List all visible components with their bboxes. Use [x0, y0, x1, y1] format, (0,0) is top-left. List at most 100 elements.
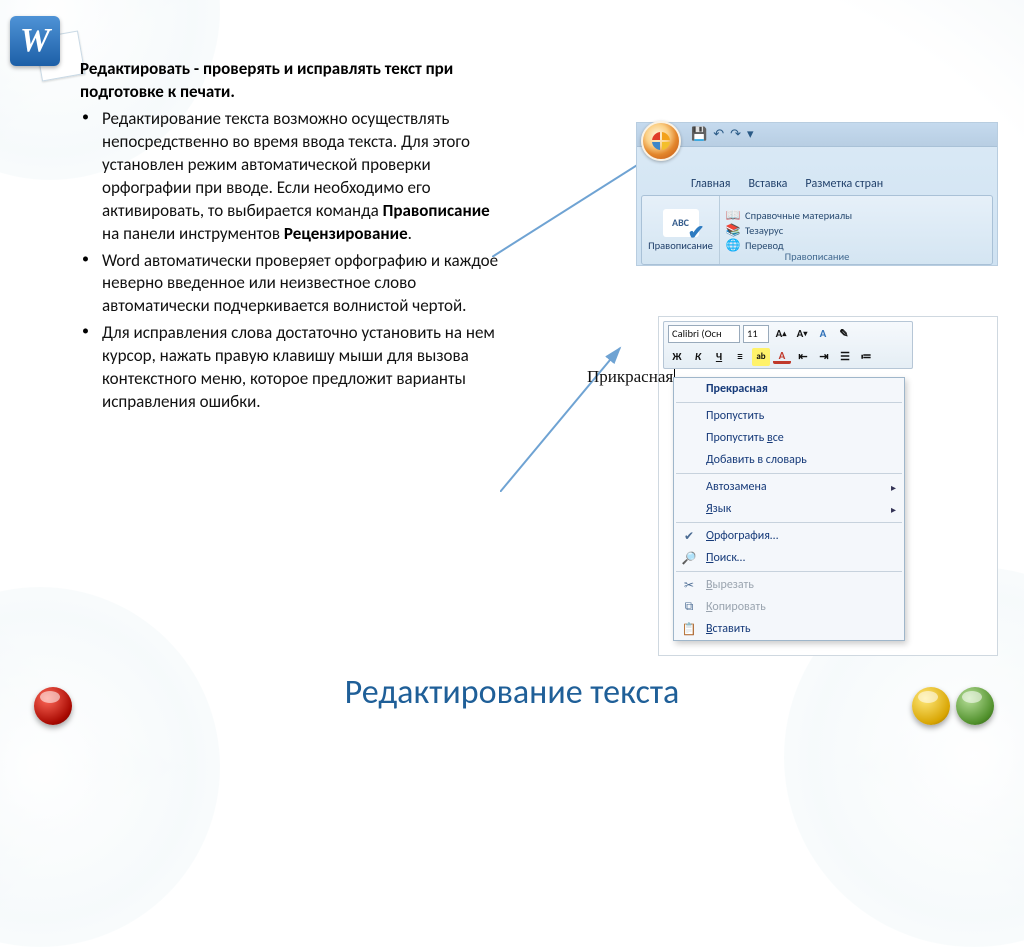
font-color-red-button[interactable]: A	[773, 349, 791, 364]
office-button[interactable]	[641, 121, 681, 161]
bullet-2: Word автоматически проверяет орфографию …	[80, 250, 510, 319]
format-painter-button[interactable]: ✎	[835, 325, 853, 343]
accel: О	[706, 529, 714, 543]
menu-separator	[676, 571, 902, 572]
menu-suggestion[interactable]: Прекрасная	[674, 378, 904, 400]
grow-font-button[interactable]: A▴	[772, 325, 790, 343]
menu-autocorrect-label: Автозамена	[706, 480, 767, 494]
lead-line: Редактировать - проверять и исправлять т…	[80, 58, 510, 104]
font-select[interactable]: Calibri (Осн	[668, 325, 740, 343]
bullet-1-bold-1: Правописание	[383, 200, 490, 221]
tab-layout[interactable]: Разметка стран	[805, 177, 883, 191]
word-logo-letter: W	[10, 16, 60, 66]
menu-copy: ⧉ Копировать	[674, 596, 904, 618]
misspelled-word[interactable]: Прикрасная	[587, 367, 673, 387]
menu-copy-label: Копировать	[706, 600, 766, 614]
menu-paste-label: Вставить	[706, 622, 751, 636]
menu-language-label: Язык	[706, 502, 731, 516]
font-color-button[interactable]: A	[814, 325, 832, 343]
numbering-button[interactable]: ≔	[857, 348, 875, 366]
bullet-1-bold-2: Рецензирование	[284, 223, 408, 244]
menu-add-dictionary[interactable]: Добавить в словарь	[674, 449, 904, 471]
nav-prev-button[interactable]	[912, 687, 950, 725]
ribbon-panel-label: Правописание	[642, 250, 992, 263]
menu-language[interactable]: Язык ▸	[674, 498, 904, 520]
ribbon-panel-proofing: ABC Правописание 📖 Справочные материалы 📚…	[641, 195, 993, 265]
bullet-1-text-e: .	[408, 223, 412, 244]
tab-home[interactable]: Главная	[691, 177, 730, 191]
chevron-right-icon: ▸	[891, 503, 896, 516]
research-label: Справочные материалы	[745, 209, 852, 222]
lead-term: Редактировать	[80, 58, 190, 79]
menu-cut: ✂ Вырезать	[674, 574, 904, 596]
accel: К	[706, 600, 712, 614]
italic-button[interactable]: К	[689, 348, 707, 366]
font-size-select[interactable]: 11	[743, 325, 769, 343]
menu-ignore[interactable]: Пропустить	[674, 405, 904, 427]
accel: П	[706, 551, 713, 565]
menu-spelling[interactable]: ✔ Орфография…	[674, 525, 904, 547]
thesaurus-button[interactable]: 📚 Тезаурус	[726, 223, 986, 237]
menu-paste[interactable]: 📋 Вставить	[674, 618, 904, 640]
accel: В	[706, 622, 713, 636]
spelling-context-menu: Прекрасная Пропустить Пропустить все Доб…	[673, 377, 905, 641]
paste-icon: 📋	[680, 621, 698, 637]
menu-ignore-label: Пропустить	[706, 409, 764, 423]
qat-redo-icon[interactable]: ↷	[730, 127, 741, 142]
menu-suggestion-label: Прекрасная	[706, 382, 768, 396]
decor-circle	[0, 587, 220, 947]
qat-undo-icon[interactable]: ↶	[713, 127, 724, 142]
menu-lookup[interactable]: 🔎 Поиск…	[674, 547, 904, 569]
ribbon-tab-row: Главная Вставка Разметка стран	[637, 173, 997, 195]
menu-ignore-all-label: Пропустить все	[706, 431, 784, 445]
accel: в	[767, 431, 773, 445]
bullet-3: Для исправления слова достаточно установ…	[80, 322, 510, 414]
abc-check-icon: ABC	[663, 209, 699, 237]
nav-next-button[interactable]	[956, 687, 994, 725]
shrink-font-button[interactable]: A▾	[793, 325, 811, 343]
accel: В	[706, 578, 713, 592]
slide-body: Редактировать - проверять и исправлять т…	[80, 58, 510, 414]
mini-toolbar: Calibri (Осн 11 A▴ A▾ A ✎ Ж К Ч ≡ ab A ⇤…	[663, 321, 913, 369]
document-sample-word: Прикрасная	[587, 367, 675, 387]
cut-icon: ✂	[680, 577, 698, 593]
tab-insert[interactable]: Вставка	[748, 177, 787, 191]
accel: Я	[706, 502, 713, 516]
research-icon: 📖	[726, 208, 740, 222]
slide-title: Редактирование текста	[0, 672, 1024, 713]
word-logo: W	[10, 16, 82, 78]
menu-ignore-all[interactable]: Пропустить все	[674, 427, 904, 449]
thesaurus-icon: 📚	[726, 223, 740, 237]
ribbon-screenshot: 💾 ↶ ↷ ▾ Главная Вставка Разметка стран A…	[636, 122, 998, 266]
nav-stop-button[interactable]	[34, 687, 72, 725]
qat-save-icon[interactable]: 💾	[691, 127, 707, 142]
bold-button[interactable]: Ж	[668, 348, 686, 366]
arrow-to-context	[500, 342, 630, 492]
highlight-button[interactable]: ab	[752, 348, 770, 366]
accel: Д	[706, 453, 714, 467]
bullets-button[interactable]: ☰	[836, 348, 854, 366]
menu-add-label: Добавить в словарь	[706, 453, 807, 467]
menu-lookup-label: Поиск…	[706, 551, 745, 565]
increase-indent-button[interactable]: ⇥	[815, 348, 833, 366]
underline-button[interactable]: Ч	[710, 348, 728, 366]
qat-dropdown-icon[interactable]: ▾	[747, 127, 754, 142]
align-center-button[interactable]: ≡	[731, 348, 749, 366]
decrease-indent-button[interactable]: ⇤	[794, 348, 812, 366]
menu-separator	[676, 402, 902, 403]
menu-spelling-label: Орфография…	[706, 529, 778, 543]
thesaurus-label: Тезаурус	[745, 224, 783, 237]
spelling-icon: ✔	[680, 528, 698, 544]
menu-autocorrect[interactable]: Автозамена ▸	[674, 476, 904, 498]
copy-icon: ⧉	[680, 599, 698, 615]
research-button[interactable]: 📖 Справочные материалы	[726, 208, 986, 222]
menu-separator	[676, 473, 902, 474]
search-icon: 🔎	[680, 550, 698, 566]
quick-access-toolbar: 💾 ↶ ↷ ▾	[637, 123, 997, 147]
bullet-1: Редактирование текста возможно осуществл…	[80, 108, 510, 246]
menu-cut-label: Вырезать	[706, 578, 754, 592]
chevron-right-icon: ▸	[891, 481, 896, 494]
menu-separator	[676, 522, 902, 523]
context-menu-screenshot: Прикрасная Calibri (Осн 11 A▴ A▾ A ✎ Ж К…	[658, 316, 998, 656]
bullet-1-text-c: на панели инструментов	[102, 223, 284, 244]
